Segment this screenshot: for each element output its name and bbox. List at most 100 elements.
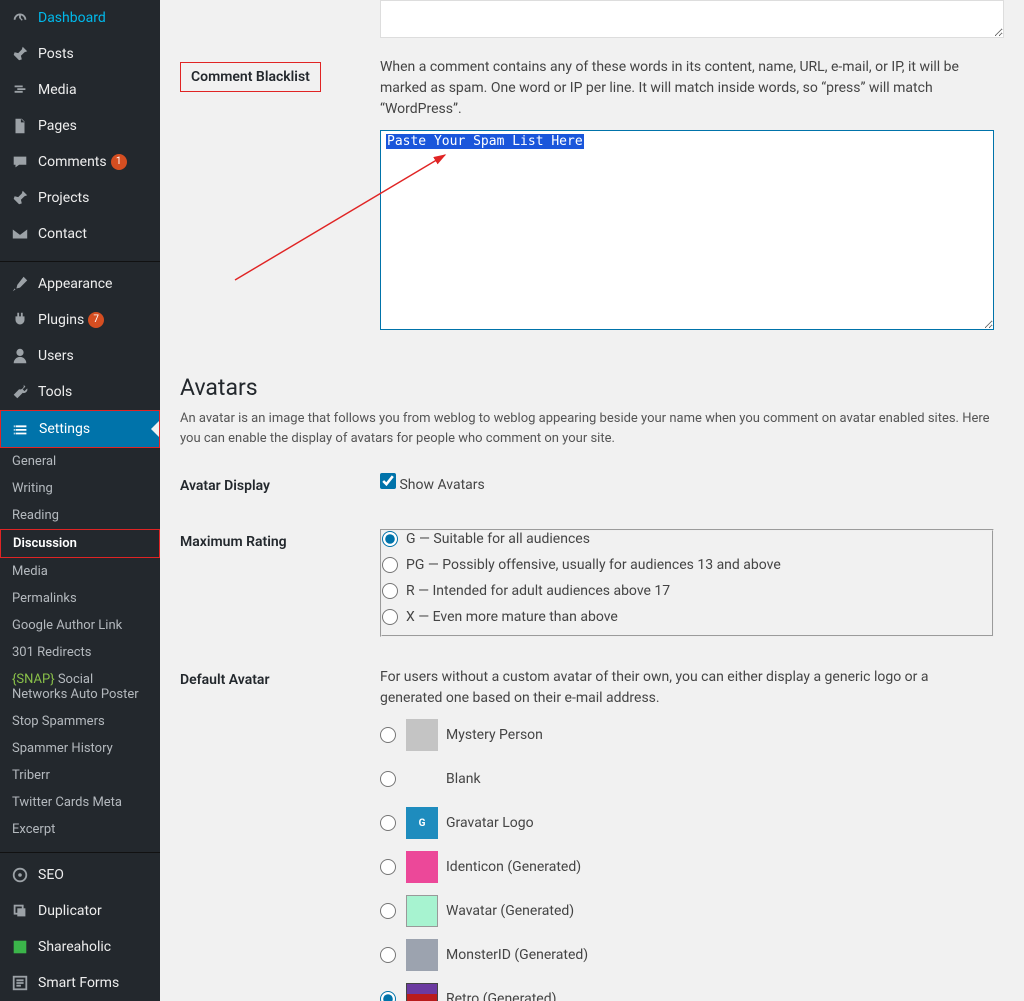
sidebar-item-pages[interactable]: Pages	[0, 108, 160, 144]
default-avatar-desc: For users without a custom avatar of the…	[380, 667, 994, 709]
seo-icon	[10, 865, 30, 885]
rating-radio-g[interactable]	[382, 531, 398, 547]
sidebar-item-label: Smart Forms	[38, 975, 119, 991]
sidebar-item-users[interactable]: Users	[0, 338, 160, 374]
sidebar-item-label: Projects	[38, 190, 89, 206]
wrench-icon	[10, 382, 30, 402]
badge: 1	[111, 154, 127, 170]
sidebar-item-tools[interactable]: Tools	[0, 374, 160, 410]
avatar-thumb-retro	[406, 983, 438, 1001]
sidebar-item-label: Media	[38, 82, 77, 98]
sidebar-item-media[interactable]: Media	[0, 72, 160, 108]
sidebar-item-dashboard[interactable]: Dashboard	[0, 0, 160, 36]
media-icon	[10, 80, 30, 100]
default-avatar-blank[interactable]: Blank	[380, 763, 994, 795]
show-avatars-label: Show Avatars	[399, 477, 484, 493]
sidebar-item-shareaholic[interactable]: Shareaholic	[0, 929, 160, 965]
rating-radio-x[interactable]	[382, 609, 398, 625]
forms-icon	[10, 973, 30, 993]
submenu-item-stop-spammers[interactable]: Stop Spammers	[0, 708, 160, 735]
rating-radio-r[interactable]	[382, 583, 398, 599]
sidebar-item-seo[interactable]: SEO	[0, 857, 160, 893]
submenu-item-general[interactable]: General	[0, 448, 160, 475]
pin-icon	[10, 188, 30, 208]
settings-discussion-content: Comment Blacklist When a comment contain…	[160, 0, 1024, 1001]
default-avatar-retro[interactable]: Retro (Generated)	[380, 983, 994, 1001]
default-avatar-radio-wavatar[interactable]	[380, 903, 396, 919]
sidebar-item-label: Contact	[38, 226, 87, 242]
submenu-item-excerpt[interactable]: Excerpt	[0, 816, 160, 843]
comment-blacklist-textarea[interactable]	[380, 130, 994, 330]
default-avatar-wavatar[interactable]: Wavatar (Generated)	[380, 895, 994, 927]
sidebar-item-label: Pages	[38, 118, 77, 134]
sidebar-item-duplicator[interactable]: Duplicator	[0, 893, 160, 929]
default-avatar-radio-gravatar[interactable]	[380, 815, 396, 831]
sidebar-item-plugins[interactable]: Plugins7	[0, 302, 160, 338]
avatar-thumb-mystery	[406, 719, 438, 751]
default-avatar-radio-monsterid[interactable]	[380, 947, 396, 963]
sidebar-item-label: Tools	[38, 384, 72, 400]
sidebar-item-label: Duplicator	[38, 903, 102, 919]
sidebar-item-contact[interactable]: Contact	[0, 216, 160, 252]
default-avatar-gravatar[interactable]: GGravatar Logo	[380, 807, 994, 839]
sidebar-item-label: Shareaholic	[38, 939, 111, 955]
dashboard-icon	[10, 8, 30, 28]
submenu-item-discussion[interactable]: Discussion	[0, 529, 160, 558]
admin-sidebar: Dashboard Posts Media Pages Comments1 Project…	[0, 0, 160, 1001]
brush-icon	[10, 274, 30, 294]
avatars-intro: An avatar is an image that follows you f…	[180, 409, 1004, 448]
maximum-rating-fieldset: G — Suitable for all audiences PG — Poss…	[380, 529, 994, 637]
sidebar-item-projects[interactable]: Projects	[0, 180, 160, 216]
sidebar-item-posts[interactable]: Posts	[0, 36, 160, 72]
rating-pg[interactable]: PG — Possibly offensive, usually for aud…	[382, 557, 992, 573]
avatars-heading: Avatars	[180, 374, 1004, 401]
avatar-thumb-blank	[406, 763, 438, 795]
avatar-thumb-identicon	[406, 851, 438, 883]
submenu-item-spammer-history[interactable]: Spammer History	[0, 735, 160, 762]
sidebar-item-label: Appearance	[38, 276, 112, 292]
sidebar-item-smart-forms[interactable]: Smart Forms	[0, 965, 160, 1001]
comment-icon	[10, 152, 30, 172]
settings-icon	[11, 419, 31, 439]
sidebar-item-appearance[interactable]: Appearance	[0, 266, 160, 302]
avatar-thumb-wavatar	[406, 895, 438, 927]
default-avatar-radio-retro[interactable]	[380, 991, 396, 1001]
avatar-display-label: Avatar Display	[180, 458, 380, 514]
default-avatar-radio-blank[interactable]	[380, 771, 396, 787]
submenu-item-triberr[interactable]: Triberr	[0, 762, 160, 789]
sidebar-item-comments[interactable]: Comments1	[0, 144, 160, 180]
sidebar-item-label: Settings	[39, 421, 90, 437]
submenu-item--snap-social-networks-auto-poster[interactable]: {SNAP} Social Networks Auto Poster	[0, 666, 160, 708]
default-avatar-identicon[interactable]: Identicon (Generated)	[380, 851, 994, 883]
submenu-item-google-author-link[interactable]: Google Author Link	[0, 612, 160, 639]
show-avatars-checkbox[interactable]	[380, 473, 396, 489]
sidebar-item-label: Dashboard	[38, 10, 106, 26]
sidebar-item-label: Posts	[38, 46, 74, 62]
user-icon	[10, 346, 30, 366]
rating-x[interactable]: X — Even more mature than above	[382, 609, 992, 625]
rating-r[interactable]: R — Intended for adult audiences above 1…	[382, 583, 992, 599]
submenu-item-writing[interactable]: Writing	[0, 475, 160, 502]
default-avatar-radio-identicon[interactable]	[380, 859, 396, 875]
default-avatar-mystery[interactable]: Mystery Person	[380, 719, 994, 751]
sidebar-item-label: SEO	[38, 867, 64, 883]
shareaholic-icon	[10, 937, 30, 957]
sidebar-item-settings[interactable]: Settings	[0, 410, 160, 448]
submenu-item-twitter-cards-meta[interactable]: Twitter Cards Meta	[0, 789, 160, 816]
sidebar-item-label: Comments	[38, 154, 107, 170]
rating-radio-pg[interactable]	[382, 557, 398, 573]
show-avatars-row[interactable]: Show Avatars	[380, 477, 485, 493]
avatar-thumb-monsterid	[406, 939, 438, 971]
comment-moderation-textarea-tail[interactable]	[380, 0, 1004, 38]
duplicator-icon	[10, 901, 30, 921]
submenu-item-reading[interactable]: Reading	[0, 502, 160, 529]
sidebar-item-label: Plugins	[38, 312, 84, 328]
rating-g[interactable]: G — Suitable for all audiences	[382, 531, 992, 547]
default-avatar-monsterid[interactable]: MonsterID (Generated)	[380, 939, 994, 971]
submenu-item-permalinks[interactable]: Permalinks	[0, 585, 160, 612]
submenu-item-301-redirects[interactable]: 301 Redirects	[0, 639, 160, 666]
submenu-item-media[interactable]: Media	[0, 558, 160, 585]
default-avatar-radio-mystery[interactable]	[380, 727, 396, 743]
default-avatar-label: Default Avatar	[180, 652, 380, 1001]
comment-blacklist-label: Comment Blacklist	[180, 62, 321, 92]
